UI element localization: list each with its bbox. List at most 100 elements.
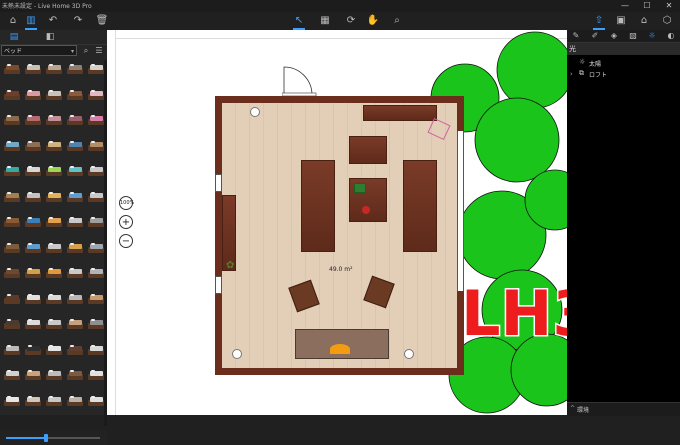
library-item-bed[interactable] (88, 395, 104, 406)
library-item-bed[interactable] (25, 166, 41, 176)
search-icon[interactable]: ⌕ (81, 45, 91, 57)
library-item-bed[interactable] (4, 319, 20, 329)
library-item-bed[interactable] (25, 242, 41, 253)
library-item-bed[interactable] (88, 140, 104, 151)
library-item-bed[interactable] (4, 217, 20, 227)
library-item-bed[interactable] (46, 64, 62, 74)
library-item-bed[interactable] (88, 242, 104, 253)
library-item-bed[interactable] (4, 395, 20, 406)
view-mode-icon[interactable]: ▦ (318, 14, 332, 28)
armchair-right[interactable] (363, 275, 395, 309)
zoom-level-button[interactable]: 100% (119, 196, 134, 210)
library-item-bed[interactable] (4, 166, 20, 176)
library-item-bed[interactable] (4, 191, 20, 202)
texture-tab[interactable]: ▧ (627, 30, 639, 42)
cube-3d-icon[interactable]: ⬡ (660, 14, 674, 28)
camera-tab[interactable]: ◐ (665, 30, 677, 42)
list-view-icon[interactable]: ☰ (94, 45, 104, 57)
library-item-bed[interactable] (67, 140, 83, 151)
library-item-bed[interactable] (88, 166, 104, 176)
library-item-bed[interactable] (88, 268, 104, 278)
library-item-bed[interactable] (88, 191, 104, 202)
redo-icon[interactable]: ↷ (71, 14, 85, 28)
library-item-bed[interactable] (4, 64, 20, 74)
library-item-bed[interactable] (46, 293, 62, 304)
select-tool-icon[interactable]: ↖ (292, 14, 306, 30)
lamp-icon[interactable] (404, 349, 414, 359)
side-table[interactable] (349, 136, 387, 164)
library-item-bed[interactable] (25, 115, 41, 125)
library-item-bed[interactable] (25, 293, 41, 304)
library-item-bed[interactable] (67, 115, 83, 125)
home-icon[interactable]: ⌂ (6, 14, 20, 28)
slider-knob[interactable] (44, 434, 49, 442)
library-item-bed[interactable] (25, 370, 41, 380)
maximize-button[interactable]: ☐ (636, 0, 658, 12)
fireplace[interactable] (295, 329, 389, 359)
search-icon[interactable]: ⌕ (390, 14, 404, 28)
undo-icon[interactable]: ↶ (46, 14, 60, 28)
library-item-bed[interactable] (67, 191, 83, 202)
home-view-icon[interactable]: ⌂ (637, 14, 651, 28)
library-item-bed[interactable] (25, 268, 41, 278)
library-item-bed[interactable] (67, 89, 83, 100)
book[interactable] (354, 183, 366, 193)
library-item-bed[interactable] (67, 370, 83, 380)
window[interactable] (215, 276, 222, 294)
category-select[interactable]: ベッド ▾ (1, 45, 77, 56)
library-item-bed[interactable] (4, 268, 20, 278)
zoom-out-button[interactable]: − (119, 234, 133, 248)
library-item-bed[interactable] (46, 319, 62, 329)
floorplan-icon[interactable]: ▥ (24, 14, 38, 30)
library-item-bed[interactable] (67, 64, 83, 74)
materials-tab[interactable]: ◧ (44, 31, 56, 43)
library-item-bed[interactable] (46, 166, 62, 176)
library-item-bed[interactable] (25, 395, 41, 406)
minimize-button[interactable]: — (614, 0, 636, 12)
library-item-bed[interactable] (88, 89, 104, 100)
library-item-bed[interactable] (46, 395, 62, 406)
library-item-bed[interactable] (67, 395, 83, 406)
door[interactable] (282, 65, 320, 97)
easel[interactable] (427, 117, 451, 141)
library-item-bed[interactable] (4, 344, 20, 355)
library-item-bed[interactable] (88, 370, 104, 380)
vase[interactable] (362, 206, 370, 214)
sofa-left[interactable] (301, 160, 335, 252)
panel-toggle-icon[interactable]: ▣ (614, 14, 628, 28)
library-item-bed[interactable] (88, 319, 104, 329)
library-item-bed[interactable] (67, 166, 83, 176)
library-item-bed[interactable] (4, 293, 20, 304)
library-item-bed[interactable] (25, 217, 41, 227)
library-item-bed[interactable] (67, 293, 83, 304)
brush-tab[interactable]: ✐ (589, 30, 601, 42)
library-item-bed[interactable] (46, 115, 62, 125)
library-item-bed[interactable] (67, 344, 83, 355)
person-export-icon[interactable]: ⇧ (592, 14, 606, 30)
library-tab[interactable]: ▤ (8, 31, 20, 43)
library-item-bed[interactable] (4, 370, 20, 380)
window[interactable] (457, 131, 464, 291)
library-item-bed[interactable] (46, 370, 62, 380)
tree[interactable] (474, 97, 560, 183)
library-item-bed[interactable] (88, 64, 104, 74)
library-item-bed[interactable] (25, 191, 41, 202)
library-item-bed[interactable] (25, 319, 41, 329)
library-item-bed[interactable] (46, 140, 62, 151)
library-item-bed[interactable] (25, 140, 41, 151)
library-item-bed[interactable] (67, 242, 83, 253)
lamp-icon[interactable] (250, 107, 260, 117)
library-item-bed[interactable] (4, 89, 20, 100)
library-item-bed[interactable] (25, 64, 41, 74)
window[interactable] (215, 174, 222, 192)
library-item-bed[interactable] (25, 344, 41, 355)
floor-plan-canvas[interactable]: ✿ 49.0 m² 100% + − LH3D (107, 30, 567, 415)
wall-cabinet[interactable] (363, 105, 437, 121)
room-floor[interactable]: ✿ 49.0 m² (222, 103, 457, 368)
library-item-bed[interactable] (46, 242, 62, 253)
library-item-bed[interactable] (88, 293, 104, 304)
tree-item-sun[interactable]: ☼ 太陽 (567, 58, 680, 69)
library-item-bed[interactable] (67, 268, 83, 278)
zoom-in-button[interactable]: + (119, 215, 133, 229)
library-item-bed[interactable] (88, 217, 104, 227)
